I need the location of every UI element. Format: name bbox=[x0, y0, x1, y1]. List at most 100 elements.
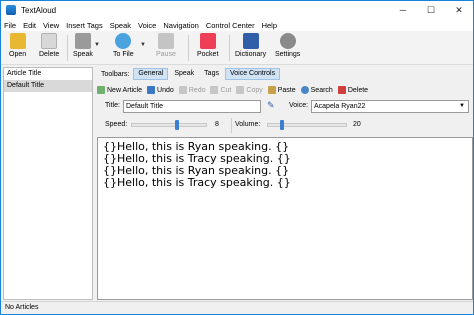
cut-button[interactable]: Cut bbox=[210, 86, 231, 94]
speed-label: Speed: bbox=[105, 121, 128, 128]
settings-label: Settings bbox=[275, 51, 301, 58]
speed-slider-track[interactable] bbox=[131, 123, 207, 127]
toolbar-tabs: Toolbars: General Speak Tags Voice Contr… bbox=[97, 67, 473, 81]
gear-icon bbox=[279, 33, 296, 49]
pocket-button[interactable]: Pocket bbox=[197, 33, 218, 58]
undo-button[interactable]: Undo bbox=[147, 86, 174, 94]
menu-edit[interactable]: Edit bbox=[23, 21, 36, 30]
pause-button[interactable]: Pause bbox=[156, 33, 176, 58]
maximize-button[interactable]: ☐ bbox=[417, 1, 445, 19]
menu-navigation[interactable]: Navigation bbox=[163, 21, 198, 30]
disc-icon bbox=[115, 33, 132, 49]
app-window: TextAloud ─ ☐ ✕ File Edit View Insert Ta… bbox=[0, 0, 474, 315]
volume-label: Volume: bbox=[235, 121, 261, 128]
chevron-down-icon: ▼ bbox=[459, 103, 465, 109]
title-input[interactable]: Default Title bbox=[123, 100, 261, 113]
volume-slider-track[interactable] bbox=[267, 123, 347, 127]
speed-value: 8 bbox=[215, 121, 219, 128]
cut-label: Cut bbox=[220, 86, 232, 94]
copy-label: Copy bbox=[246, 86, 263, 94]
to-file-label: To File bbox=[113, 51, 134, 58]
title-label: Title: bbox=[105, 102, 120, 109]
clipboard-icon bbox=[267, 86, 276, 94]
delete-label: Delete bbox=[39, 51, 60, 58]
new-article-button[interactable]: New Article bbox=[97, 86, 142, 94]
folder-icon bbox=[9, 33, 26, 49]
window-title: TextAloud bbox=[21, 5, 57, 15]
undo-label: Undo bbox=[157, 86, 174, 94]
delete-button[interactable]: Delete bbox=[39, 33, 59, 58]
action-bar: New Article Undo Redo Cut Copy Paste Sea… bbox=[97, 83, 473, 97]
close-button[interactable]: ✕ bbox=[445, 1, 473, 19]
speak-label: Speak bbox=[73, 51, 93, 58]
tab-speak[interactable]: Speak bbox=[170, 68, 198, 80]
delete-action-label: Delete bbox=[347, 86, 369, 94]
pocket-icon bbox=[199, 33, 216, 49]
search-button[interactable]: Search bbox=[300, 86, 333, 94]
copy-icon bbox=[236, 86, 245, 94]
to-file-button[interactable]: To File bbox=[113, 33, 134, 58]
redo-icon bbox=[178, 86, 187, 94]
open-label: Open bbox=[9, 51, 27, 58]
copy-button[interactable]: Copy bbox=[236, 86, 263, 94]
paste-button[interactable]: Paste bbox=[267, 86, 296, 94]
paste-label: Paste bbox=[277, 86, 296, 94]
status-text: No Articles bbox=[5, 304, 39, 311]
main-toolbar: Open Delete Speak ▼ To File ▼ Pause Pock… bbox=[1, 31, 473, 65]
toolbar-separator bbox=[229, 35, 230, 61]
redo-label: Redo bbox=[188, 86, 206, 94]
redo-button[interactable]: Redo bbox=[178, 86, 206, 94]
settings-button[interactable]: Settings bbox=[275, 33, 300, 58]
menu-help[interactable]: Help bbox=[262, 21, 277, 30]
speak-button[interactable]: Speak bbox=[73, 33, 93, 58]
dictionary-label: Dictionary bbox=[235, 51, 267, 58]
article-item-selected[interactable]: Default Title bbox=[4, 80, 92, 92]
tab-general[interactable]: General bbox=[133, 68, 169, 80]
tab-voice-controls[interactable]: Voice Controls bbox=[224, 68, 281, 80]
pocket-label: Pocket bbox=[197, 51, 219, 58]
article-item[interactable]: Article Title bbox=[4, 68, 92, 80]
menu-voice[interactable]: Voice bbox=[138, 21, 156, 30]
menu-view[interactable]: View bbox=[43, 21, 59, 30]
editor-line: {}Hello, this is Tracy speaking. {} bbox=[103, 176, 291, 189]
menu-insert-tags[interactable]: Insert Tags bbox=[66, 21, 103, 30]
dictionary-button[interactable]: Dictionary bbox=[235, 33, 266, 58]
menu-control-center[interactable]: Control Center bbox=[206, 21, 255, 30]
speed-volume-row: Speed: 8 Volume: 20 bbox=[97, 118, 473, 133]
text-editor[interactable]: {}Hello, this is Ryan speaking. {} {}Hel… bbox=[97, 137, 473, 300]
dictionary-icon bbox=[242, 33, 259, 49]
toolbars-label: Toolbars: bbox=[101, 70, 130, 78]
tab-tags[interactable]: Tags bbox=[200, 68, 223, 80]
app-icon bbox=[6, 5, 16, 15]
volume-value: 20 bbox=[353, 121, 361, 128]
menu-bar: File Edit View Insert Tags Speak Voice N… bbox=[1, 19, 473, 31]
speed-slider-thumb[interactable] bbox=[175, 120, 179, 130]
undo-icon bbox=[147, 86, 156, 94]
voice-select[interactable]: Acapela Ryan22 ▼ bbox=[311, 100, 469, 113]
search-icon bbox=[300, 86, 309, 94]
title-bar: TextAloud ─ ☐ ✕ bbox=[1, 1, 473, 19]
to-file-dropdown-icon[interactable]: ▼ bbox=[140, 42, 146, 48]
new-article-label: New Article bbox=[107, 86, 143, 94]
article-list[interactable]: Article Title Default Title bbox=[3, 67, 93, 300]
toolbar-separator bbox=[188, 35, 189, 61]
delete-action-button[interactable]: Delete bbox=[337, 86, 369, 94]
speaker-icon bbox=[74, 33, 91, 49]
minimize-button[interactable]: ─ bbox=[389, 1, 417, 19]
search-label: Search bbox=[310, 86, 333, 94]
title-voice-row: Title: Default Title ✎ Voice: Acapela Ry… bbox=[97, 99, 473, 114]
pause-label: Pause bbox=[156, 51, 176, 58]
slider-divider bbox=[231, 118, 232, 133]
open-button[interactable]: Open bbox=[9, 33, 26, 58]
menu-file[interactable]: File bbox=[4, 21, 16, 30]
scissors-icon bbox=[210, 86, 219, 94]
pen-icon[interactable]: ✎ bbox=[267, 100, 275, 111]
status-bar: No Articles bbox=[1, 301, 473, 314]
new-article-icon bbox=[97, 86, 105, 94]
editor-panel: Toolbars: General Speak Tags Voice Contr… bbox=[97, 67, 473, 300]
volume-slider-thumb[interactable] bbox=[280, 120, 284, 130]
menu-speak[interactable]: Speak bbox=[110, 21, 131, 30]
speak-dropdown-icon[interactable]: ▼ bbox=[94, 42, 100, 48]
delete-x-icon bbox=[337, 86, 346, 94]
pause-icon bbox=[157, 33, 174, 49]
